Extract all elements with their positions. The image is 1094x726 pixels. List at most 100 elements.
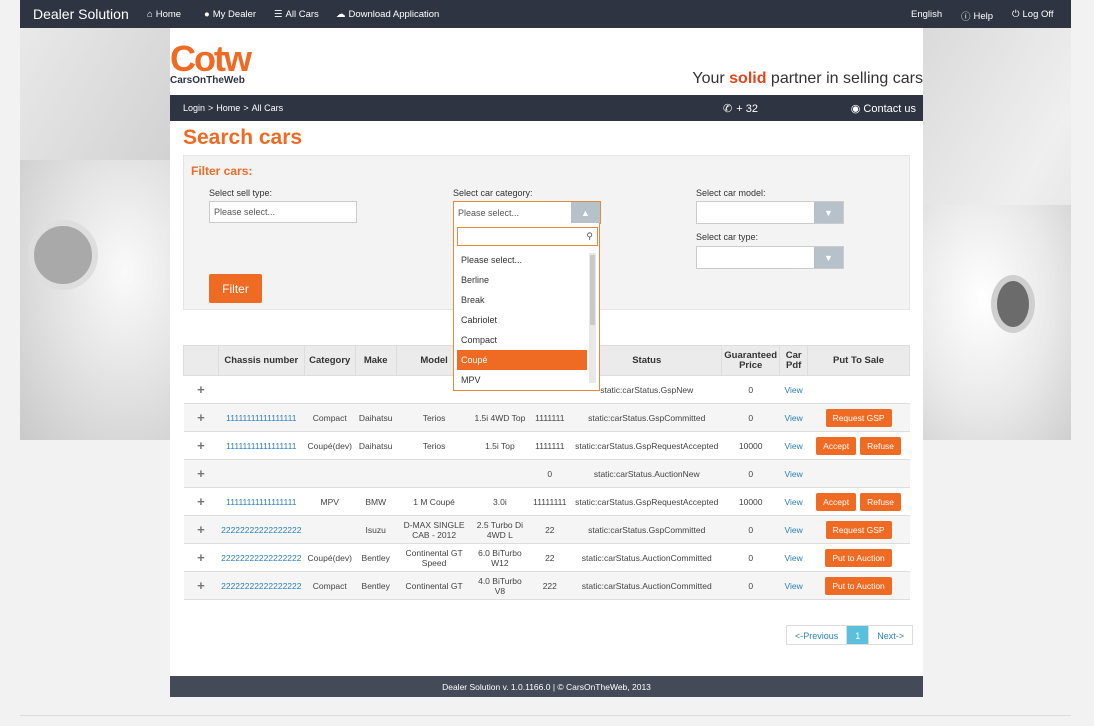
type-select[interactable]: ▼ — [696, 246, 844, 269]
category-label: Select car category: — [453, 188, 533, 198]
cell-model: Continental GT Speed — [396, 543, 472, 572]
table-row: +22222222222222222 Isuzu D-MAX SINGLE CAB … — [183, 515, 910, 544]
accept-button[interactable]: Accept — [816, 436, 857, 455]
nav-download-application[interactable]: ☁ Download Application — [336, 9, 439, 20]
pager-next[interactable]: Next-> — [869, 626, 912, 644]
model-select[interactable]: ▼ — [696, 201, 844, 224]
col-car-pdf[interactable]: Car Pdf — [779, 345, 809, 376]
option-cabriolet[interactable]: Cabriolet — [457, 310, 587, 330]
chassis-number-link[interactable] — [218, 459, 305, 488]
car-image-right — [923, 205, 1071, 440]
view-pdf-link[interactable]: View — [779, 571, 808, 600]
option-break[interactable]: Break — [457, 290, 587, 310]
cell-status: static:carStatus.AuctionNew — [571, 459, 722, 488]
view-pdf-link[interactable]: View — [779, 515, 808, 544]
pager-previous[interactable]: <-Previous — [787, 626, 848, 644]
nav-all-cars[interactable]: ☰ All Cars — [274, 9, 319, 20]
cell-guaranteed-price: 10000 — [721, 431, 780, 460]
power-icon: ⏻ — [1012, 9, 1020, 20]
cell-version: 2.5 Turbo Di 4WD L — [471, 515, 528, 544]
refuse-button[interactable]: Refuse — [860, 492, 902, 511]
cell-model — [396, 459, 472, 488]
option-please-select[interactable]: Please select... — [457, 250, 587, 270]
request-gsp-button[interactable]: Request GSP — [825, 520, 892, 539]
cell-version — [471, 459, 528, 488]
cell-actions: Put to Auction — [807, 543, 910, 572]
put-to-auction-button[interactable]: Put to Auction — [825, 576, 892, 595]
cell-status: static:carStatus.AuctionCommitted — [571, 543, 722, 572]
nav-log-off[interactable]: ⏻ Log Off — [1012, 9, 1054, 20]
expand-plus-icon[interactable]: + — [183, 375, 219, 404]
option-berline[interactable]: Berline — [457, 270, 587, 290]
view-pdf-link[interactable]: View — [779, 375, 808, 404]
sell-type-input[interactable]: Please select... — [209, 201, 357, 223]
view-pdf-link[interactable]: View — [779, 431, 808, 460]
accept-button[interactable]: Accept — [816, 492, 857, 511]
option-mpv[interactable]: MPV — [457, 370, 587, 390]
cell-category — [304, 515, 356, 544]
expand-plus-icon[interactable]: + — [183, 431, 219, 460]
chassis-number-link[interactable]: 11111111111111111 — [218, 487, 305, 516]
dropdown-scrollbar[interactable] — [589, 253, 596, 383]
cell-make: Bentley — [355, 571, 397, 600]
cell-mileage: 222 — [527, 571, 572, 600]
expand-plus-icon[interactable]: + — [183, 571, 219, 600]
headlight — [28, 220, 98, 290]
expand-plus-icon[interactable]: + — [183, 459, 219, 488]
nav-my-dealer[interactable]: ● My Dealer — [204, 9, 256, 20]
dropdown-search-input[interactable]: ⚲ — [457, 227, 598, 246]
wheel — [991, 275, 1035, 333]
col-category[interactable]: Category — [303, 345, 356, 376]
request-gsp-button[interactable]: Request GSP — [825, 408, 892, 427]
cell-guaranteed-price: 0 — [721, 571, 780, 600]
expand-plus-icon[interactable]: + — [183, 403, 219, 432]
language-selector[interactable]: English — [911, 9, 942, 20]
cell-mileage: 1111111 — [527, 403, 572, 432]
expand-plus-icon[interactable]: + — [183, 515, 219, 544]
cotw-logo[interactable]: Cotw CarsOnTheWeb — [170, 38, 270, 90]
col-chassis[interactable]: Chassis number — [217, 345, 305, 376]
chassis-number-link[interactable] — [218, 375, 305, 404]
expand-plus-icon[interactable]: + — [183, 543, 219, 572]
breadcrumb-home[interactable]: Home — [216, 103, 240, 113]
cell-guaranteed-price: 0 — [721, 375, 780, 404]
option-coupe[interactable]: Coupé — [457, 350, 587, 370]
car-image-left — [20, 160, 170, 440]
cell-mileage: 22 — [527, 515, 572, 544]
cell-make: BMW — [355, 487, 397, 516]
chassis-number-link[interactable]: 22222222222222222 — [218, 515, 305, 544]
pager-page-1[interactable]: 1 — [847, 626, 870, 644]
dropdown-options: Please select... Berline Break Cabriolet… — [457, 250, 587, 388]
chassis-number-link[interactable]: 22222222222222222 — [218, 571, 305, 600]
refuse-button[interactable]: Refuse — [860, 436, 902, 455]
chassis-number-link[interactable]: 11111111111111111 — [218, 431, 305, 460]
col-make[interactable]: Make — [354, 345, 397, 376]
cell-category: Coupé(dev) — [304, 431, 356, 460]
put-to-auction-button[interactable]: Put to Auction — [825, 548, 892, 567]
cell-model: 1 M Coupé — [396, 487, 472, 516]
expand-plus-icon[interactable]: + — [183, 487, 219, 516]
view-pdf-link[interactable]: View — [779, 487, 808, 516]
cell-status: static:carStatus.GspRequestAccepted — [571, 487, 722, 516]
cell-actions: Request GSP — [807, 403, 910, 432]
cell-status: static:carStatus.GspRequestAccepted — [571, 431, 722, 460]
view-pdf-link[interactable]: View — [779, 543, 808, 572]
info-icon: ⓘ — [961, 12, 971, 23]
breadcrumb: Login > Home > All Cars — [183, 103, 284, 113]
breadcrumb-login[interactable]: Login — [183, 103, 205, 113]
option-compact[interactable]: Compact — [457, 330, 587, 350]
nav-home[interactable]: ⌂ Home — [147, 9, 181, 20]
col-guaranteed-price[interactable]: Guaranteed Price — [721, 345, 781, 376]
chassis-number-link[interactable]: 11111111111111111 — [218, 403, 305, 432]
scrollbar-thumb[interactable] — [590, 255, 595, 325]
chassis-number-link[interactable]: 22222222222222222 — [218, 543, 305, 572]
nav-help[interactable]: ⓘ Help — [961, 9, 993, 24]
category-select[interactable]: Please select... ▲ — [453, 201, 601, 224]
contact-us-link[interactable]: ◉ Contact us — [851, 102, 916, 116]
cell-guaranteed-price: 0 — [721, 403, 780, 432]
filter-button[interactable]: Filter — [209, 274, 262, 303]
cell-actions: Accept Refuse — [807, 487, 910, 516]
view-pdf-link[interactable]: View — [779, 459, 808, 488]
brand-title[interactable]: Dealer Solution — [33, 6, 129, 22]
view-pdf-link[interactable]: View — [779, 403, 808, 432]
